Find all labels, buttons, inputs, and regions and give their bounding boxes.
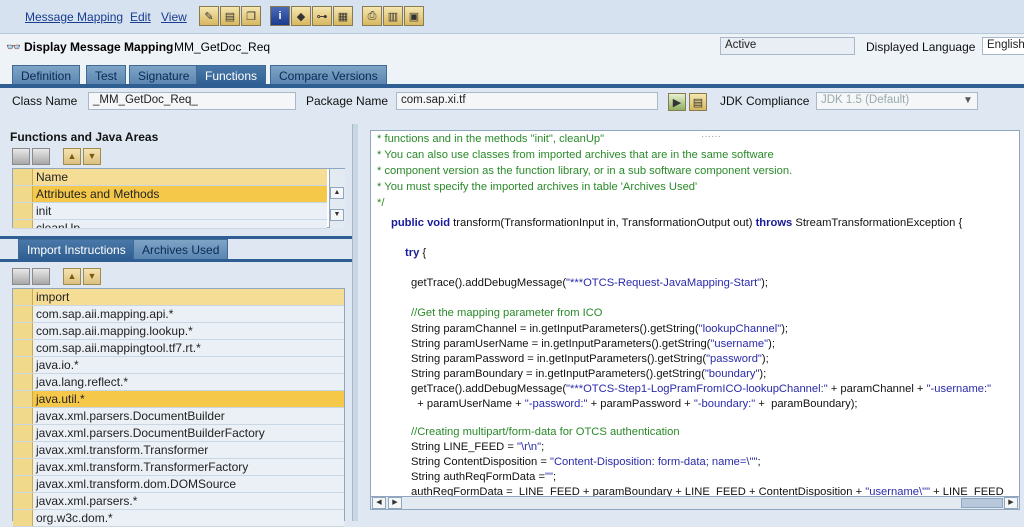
structure-icon[interactable]: ⊶ <box>312 6 332 26</box>
code-line: public void transform(TransformationInpu… <box>391 217 963 229</box>
code-line: getTrace().addDebugMessage("***OTCS-Step… <box>411 383 992 395</box>
table-row[interactable]: org.w3c.dom.* <box>13 510 344 527</box>
package-name-label: Package Name <box>306 94 389 108</box>
move-up-icon[interactable]: ▲ <box>63 268 81 285</box>
table-row[interactable]: java.lang.reflect.* <box>13 374 344 391</box>
left-pane: Functions and Java Areas ▲ ▼ Name Attrib… <box>0 124 356 527</box>
code-editor[interactable]: ······ * functions and in the methods "i… <box>370 130 1020 498</box>
functions-table: Name Attributes and Methods init cleanUp… <box>12 168 345 229</box>
print-icon[interactable]: ⎙ <box>362 6 382 26</box>
table-row[interactable]: cleanUp <box>13 220 327 229</box>
scroll-up-icon[interactable]: ▲ <box>330 187 344 199</box>
scroll-left-icon[interactable]: ◀ <box>372 497 386 509</box>
code-line: getTrace().addDebugMessage("***OTCS-Requ… <box>411 277 768 289</box>
code-line: //Get the mapping parameter from ICO <box>411 307 603 319</box>
chevron-down-icon[interactable]: ▼ <box>963 95 973 106</box>
info-icon[interactable]: i <box>270 6 290 26</box>
code-line: * You must specify the imported archives… <box>377 181 698 193</box>
insert-row-icon[interactable] <box>12 148 30 165</box>
code-line: String paramPassword = in.getInputParame… <box>411 353 769 365</box>
check-icon[interactable]: ◆ <box>291 6 311 26</box>
glasses-icon: 👓 <box>6 40 21 54</box>
table-row[interactable]: init <box>13 203 327 220</box>
move-down-icon[interactable]: ▼ <box>83 148 101 165</box>
code-line: String ContentDisposition = "Content-Dis… <box>411 456 761 468</box>
functions-title: Functions and Java Areas <box>10 130 159 144</box>
jdk-select[interactable]: JDK 1.5 (Default) <box>816 92 978 110</box>
insert-row-icon[interactable] <box>12 268 30 285</box>
code-line: * component version as the function libr… <box>377 165 793 177</box>
tab-test[interactable]: Test <box>86 65 127 85</box>
main-tabs: Definition Test Signature Functions Comp… <box>0 62 1024 85</box>
scroll-thumb[interactable] <box>961 498 1003 508</box>
page-title: Display Message Mapping <box>24 40 174 54</box>
package-browse-icon[interactable]: ▤ <box>689 93 707 111</box>
save-icon[interactable]: ▤ <box>220 6 240 26</box>
code-line: String paramUserName = in.getInputParame… <box>411 338 775 350</box>
table-header: Name <box>13 169 327 186</box>
table-row[interactable]: java.util.* <box>13 391 344 408</box>
delete-row-icon[interactable] <box>32 148 50 165</box>
code-line: //Creating multipart/form-data for OTCS … <box>411 426 680 438</box>
horizontal-scrollbar[interactable]: ◀ ▶ ▶ <box>370 496 1020 510</box>
test-icon[interactable]: ▦ <box>333 6 353 26</box>
table-row[interactable]: javax.xml.parsers.* <box>13 493 344 510</box>
tab-signature[interactable]: Signature <box>129 65 199 85</box>
code-line: */ <box>377 197 385 209</box>
table-row[interactable]: com.sap.aii.mapping.api.* <box>13 306 344 323</box>
table-row[interactable]: com.sap.aii.mappingtool.tf7.rt.* <box>13 340 344 357</box>
menu-bar: Message Mapping Edit View ✎ ▤ ❐ i ◆ ⊶ ▦ … <box>0 0 1024 34</box>
object-name: MM_GetDoc_Req <box>174 40 271 54</box>
package-go-icon[interactable]: ▶ <box>668 93 686 111</box>
title-bar: 👓 Display Message Mapping MM_GetDoc_Req … <box>0 34 1024 62</box>
table-row[interactable]: javax.xml.parsers.DocumentBuilder <box>13 408 344 425</box>
scroll-right-icon[interactable]: ▶ <box>388 497 402 509</box>
copy-icon[interactable]: ❐ <box>241 6 261 26</box>
package-name-field[interactable]: com.sap.xi.tf <box>396 92 658 110</box>
code-line: String paramChannel = in.getInputParamet… <box>411 323 789 335</box>
table-row[interactable]: javax.xml.transform.TransformerFactory <box>13 459 344 476</box>
jdk-label: JDK Compliance <box>720 94 810 108</box>
layout-icon[interactable]: ▥ <box>383 6 403 26</box>
drag-handle[interactable]: ······ <box>701 131 721 142</box>
language-select[interactable]: English <box>982 37 1024 55</box>
scroll-down-icon[interactable]: ▼ <box>330 209 344 221</box>
table-row[interactable]: javax.xml.transform.dom.DOMSource <box>13 476 344 493</box>
divider <box>0 259 352 262</box>
code-line: String paramBoundary = in.getInputParame… <box>411 368 767 380</box>
table-row[interactable]: javax.xml.transform.Transformer <box>13 442 344 459</box>
status-field: Active <box>720 37 855 55</box>
edit-pencil-icon[interactable]: ✎ <box>199 6 219 26</box>
tab-definition[interactable]: Definition <box>12 65 81 85</box>
code-line: * You can also use classes from imported… <box>377 149 774 161</box>
tab-functions[interactable]: Functions <box>196 65 267 85</box>
move-up-icon[interactable]: ▲ <box>63 148 81 165</box>
class-name-field[interactable]: _MM_GetDoc_Req_ <box>88 92 296 110</box>
code-line: String authReqFormData =""; <box>411 471 557 483</box>
scroll-right-end-icon[interactable]: ▶ <box>1004 497 1018 509</box>
code-line: + paramUserName + "-password:" + paramPa… <box>411 398 858 410</box>
layout2-icon[interactable]: ▣ <box>404 6 424 26</box>
move-down-icon[interactable]: ▼ <box>83 268 101 285</box>
tab-import-instructions[interactable]: Import Instructions <box>18 239 135 259</box>
tab-archives-used[interactable]: Archives Used <box>133 239 229 259</box>
tab-compare-versions[interactable]: Compare Versions <box>270 65 387 85</box>
table-row[interactable]: com.sap.aii.mapping.lookup.* <box>13 323 344 340</box>
code-editor-pane: ······ * functions and in the methods "i… <box>358 124 1024 521</box>
menu-edit[interactable]: Edit <box>130 10 151 24</box>
code-line: String LINE_FEED = "\r\n"; <box>411 441 545 453</box>
menu-view[interactable]: View <box>161 10 187 24</box>
table-header: import <box>13 289 344 306</box>
imports-table: import com.sap.aii.mapping.api.* com.sap.… <box>12 288 345 527</box>
code-line: try { <box>405 247 427 259</box>
properties-bar: Class Name _MM_GetDoc_Req_ Package Name … <box>0 88 1024 116</box>
class-name-label: Class Name <box>12 94 78 108</box>
table-row[interactable]: Attributes and Methods <box>13 186 327 203</box>
table-row[interactable]: java.io.* <box>13 357 344 374</box>
table-row[interactable]: javax.xml.parsers.DocumentBuilderFactory <box>13 425 344 442</box>
delete-row-icon[interactable] <box>32 268 50 285</box>
code-line: * functions and in the methods "init", c… <box>377 133 605 145</box>
menu-message-mapping[interactable]: Message Mapping <box>25 10 123 24</box>
language-label: Displayed Language <box>866 40 976 54</box>
